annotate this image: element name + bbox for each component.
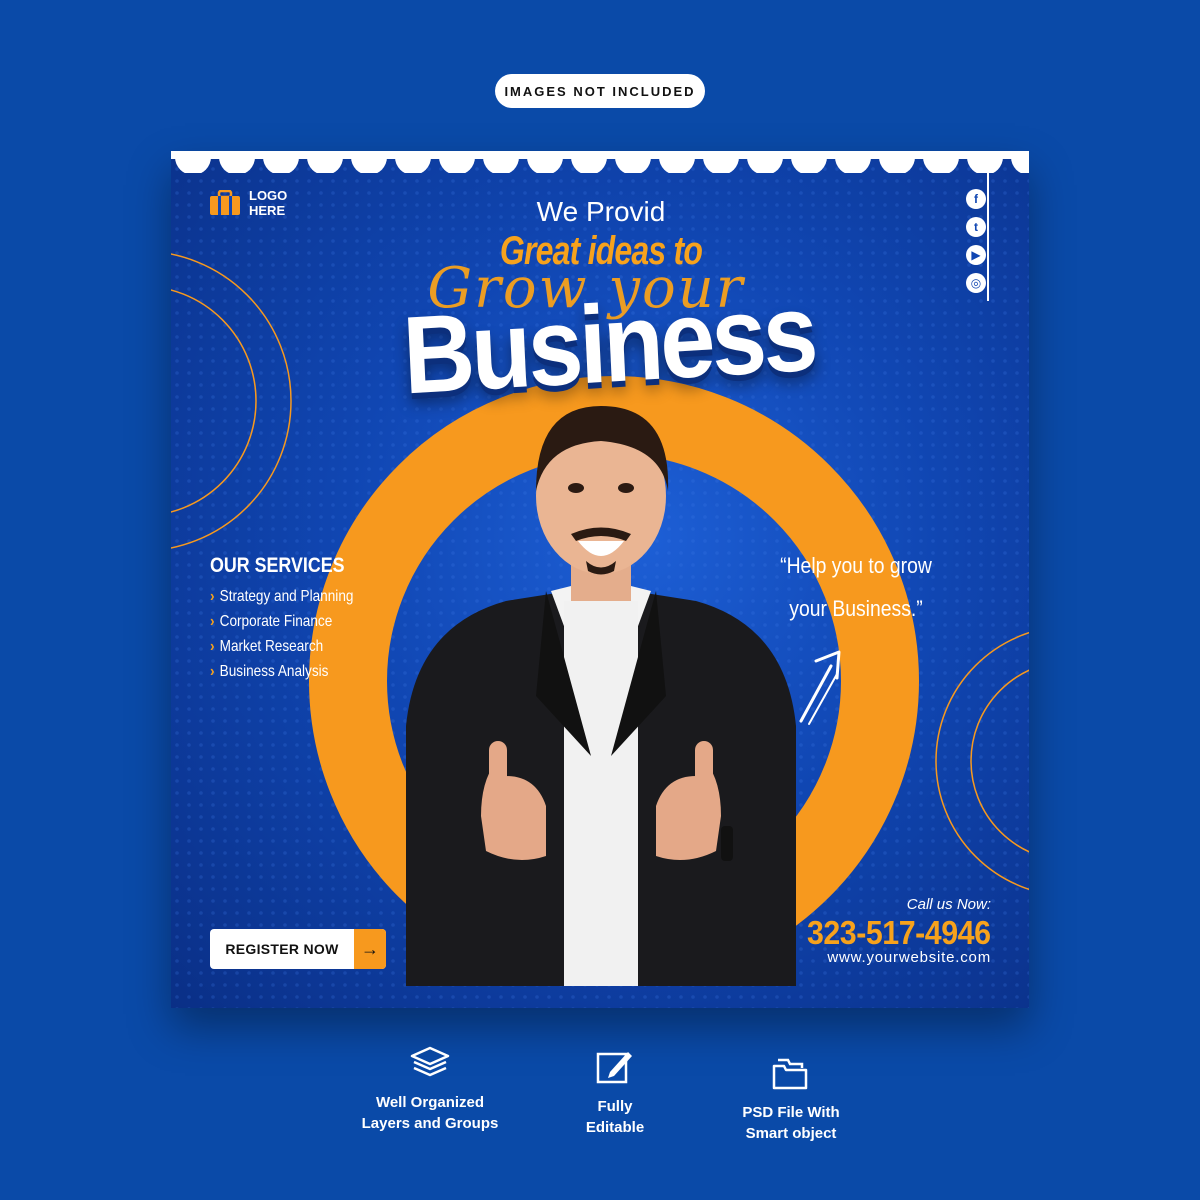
youtube-icon[interactable]: ▶	[966, 245, 986, 265]
website-link[interactable]: www.yourwebsite.com	[827, 949, 991, 966]
service-label: Corporate Finance	[219, 612, 333, 630]
briefcase-icon	[210, 190, 240, 215]
feature-editable: Fully Editable	[515, 1048, 715, 1138]
features-row: Well Organized Layers and Groups Fully E…	[0, 1040, 1200, 1160]
service-label: Strategy and Planning	[219, 587, 354, 605]
layers-icon	[410, 1046, 450, 1077]
service-item: › Strategy and Planning	[210, 584, 353, 609]
feature-line-2: Smart object	[745, 1125, 837, 1142]
feature-line-2: Editable	[585, 1119, 645, 1136]
arrow-doodle-icon	[799, 650, 841, 725]
arrow-right-icon: →	[354, 929, 386, 969]
feature-line-2: Layers and Groups	[361, 1115, 499, 1132]
logo: LOGO HERE	[209, 188, 287, 218]
headline-main: Business	[400, 270, 817, 418]
logo-line-1: LOGO	[249, 188, 288, 203]
chevron-right-icon: ›	[210, 587, 215, 605]
service-item: › Market Research	[210, 634, 353, 659]
quote-line-1: “Help you to grow	[780, 553, 932, 578]
chevron-right-icon: ›	[210, 662, 215, 680]
service-item: › Business Analysis	[210, 659, 353, 684]
chevron-right-icon: ›	[210, 637, 215, 655]
social-divider	[987, 151, 989, 301]
edit-icon	[596, 1052, 632, 1084]
quote-line-2: your Business.”	[789, 596, 923, 621]
feature-psd: PSD File With Smart object	[691, 1056, 891, 1144]
twitter-icon[interactable]: t	[966, 217, 986, 237]
businessman-photo	[406, 406, 796, 986]
social-post-card: LOGO HERE f t ▶ ◎ We Provid Great ideas …	[171, 151, 1029, 1008]
service-label: Business Analysis	[219, 662, 329, 680]
quote: “Help you to grow your Business.”	[772, 544, 939, 630]
social-icons: f t ▶ ◎	[963, 189, 989, 293]
service-item: › Corporate Finance	[210, 609, 353, 634]
facebook-icon[interactable]: f	[966, 189, 986, 209]
images-not-included-badge: IMAGES NOT INCLUDED	[495, 74, 705, 108]
services-list: OUR SERVICES › Strategy and Planning › Cor…	[210, 554, 379, 684]
feature-line-1: PSD File With	[742, 1104, 840, 1121]
instagram-icon[interactable]: ◎	[966, 273, 986, 293]
logo-text: LOGO HERE	[249, 188, 287, 218]
services-title: OUR SERVICES	[210, 554, 345, 577]
logo-line-2: HERE	[249, 203, 286, 218]
feature-line-1: Fully	[597, 1098, 633, 1115]
scalloped-edge	[171, 151, 1029, 173]
feature-line-1: Well Organized	[375, 1094, 485, 1111]
chevron-right-icon: ›	[210, 612, 215, 630]
service-label: Market Research	[219, 637, 324, 655]
feature-layers: Well Organized Layers and Groups	[330, 1046, 530, 1134]
register-label: REGISTER NOW	[225, 941, 339, 957]
folder-icon	[772, 1058, 808, 1090]
headline-line-1: We Provid	[536, 196, 666, 227]
phone-number[interactable]: 323-517-4946	[807, 914, 991, 952]
register-now-button[interactable]: REGISTER NOW →	[210, 929, 386, 969]
call-label: Call us Now:	[906, 896, 991, 913]
